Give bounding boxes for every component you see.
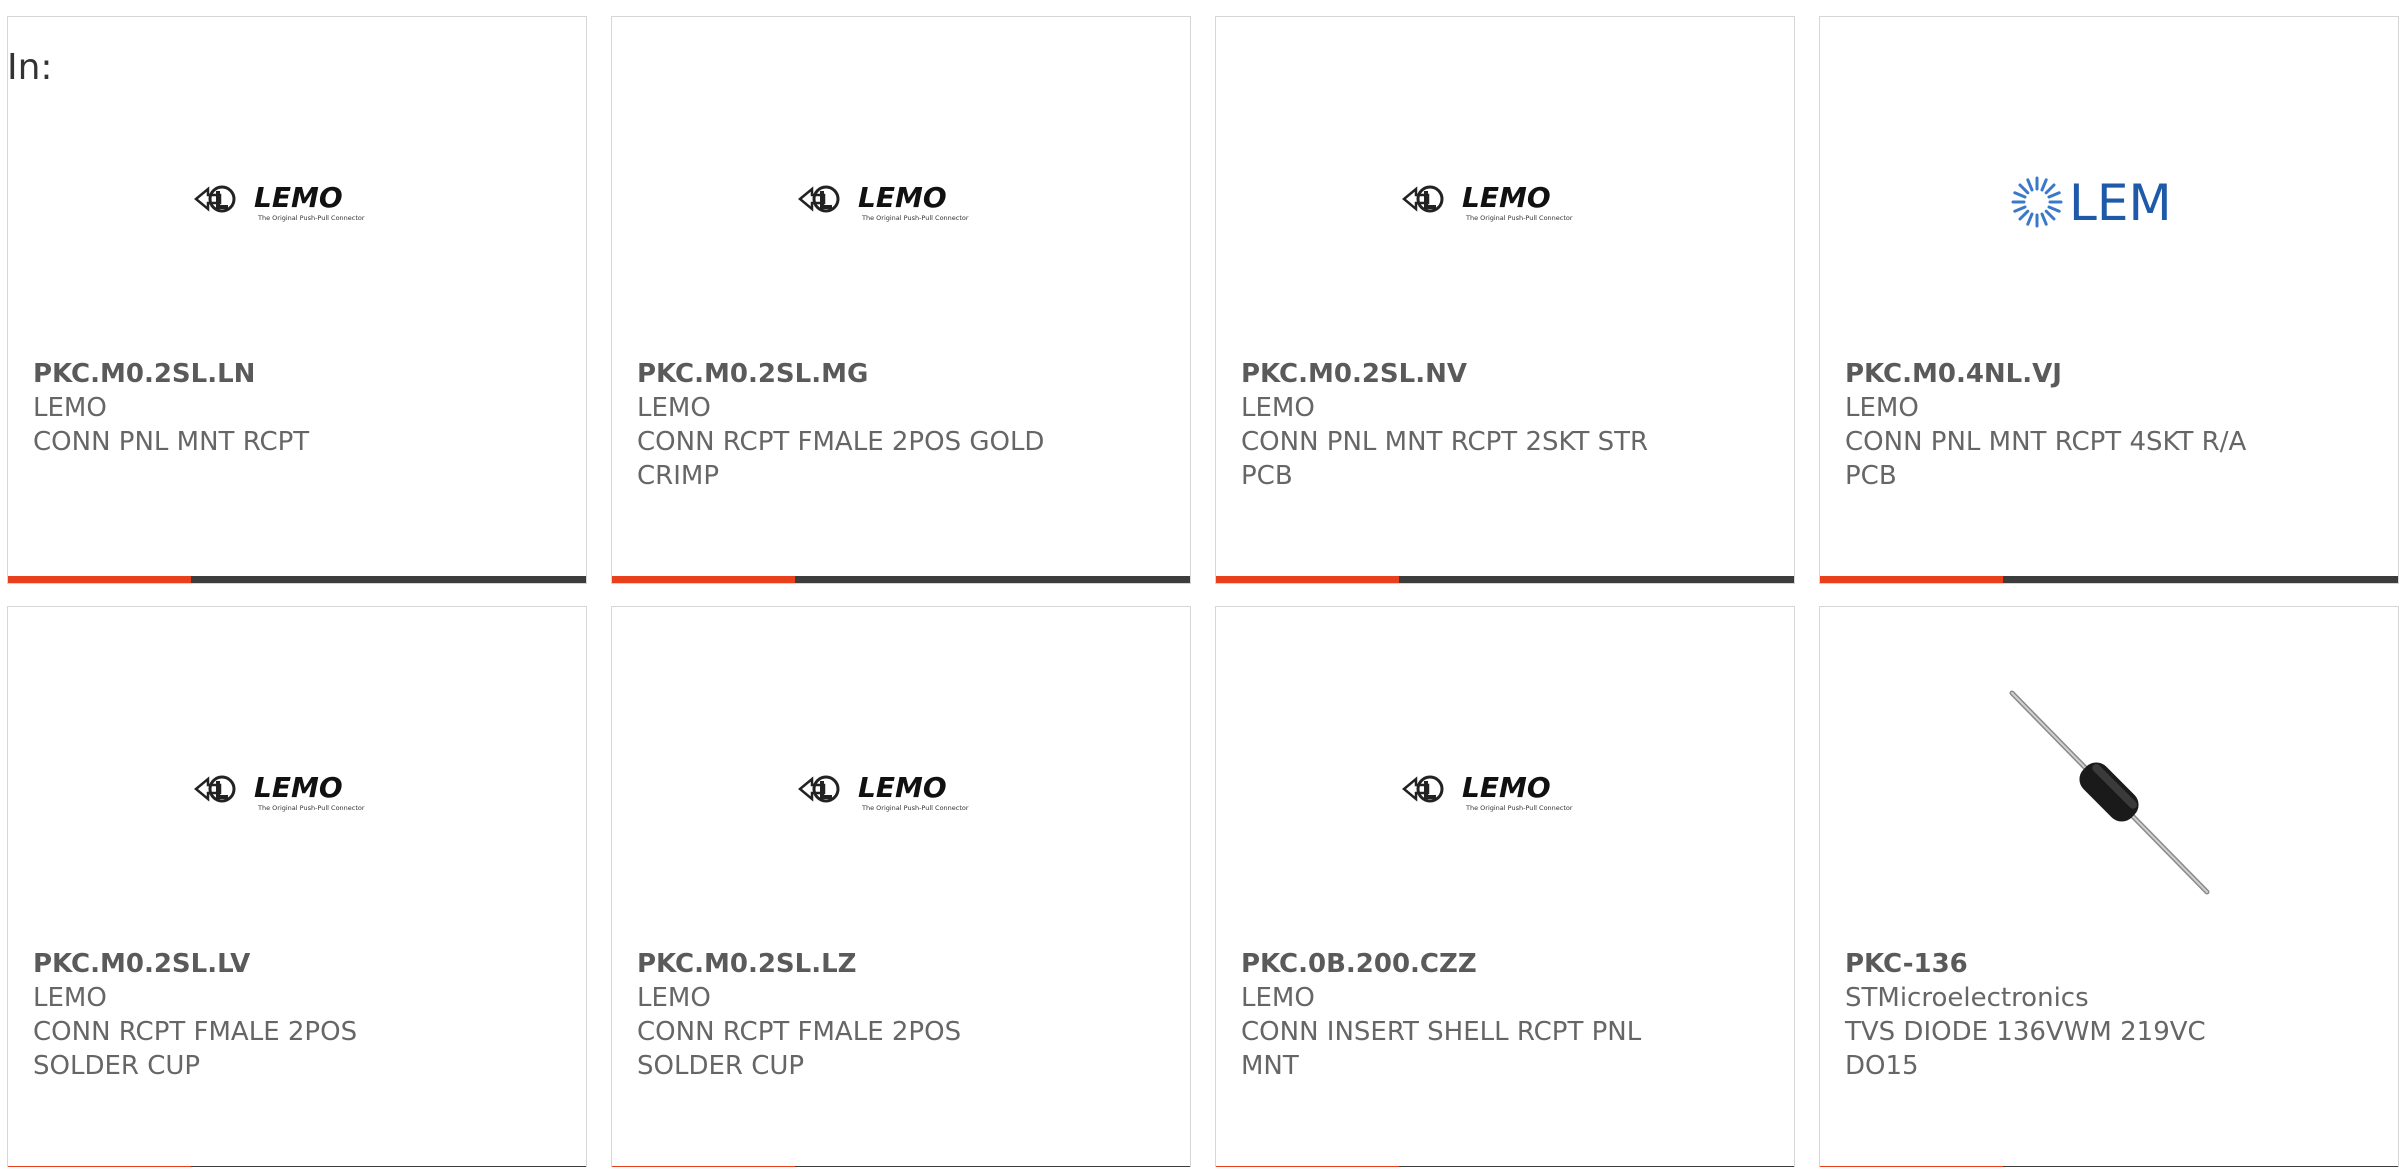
product-card[interactable]: PKC-136 STMicroelectronics TVS DIODE 136…	[1819, 606, 2399, 1167]
lemo-emblem-icon	[194, 775, 236, 803]
lemo-emblem-icon	[194, 185, 236, 213]
manufacturer: LEMO	[33, 393, 107, 423]
product-info: PKC.M0.4NL.VJ LEMO CONN PNL MNT RCPT 4SK…	[1845, 357, 2285, 493]
manufacturer: LEMO	[33, 983, 107, 1013]
description-continued: SOLDER CUP	[33, 1051, 201, 1081]
part-number[interactable]: PKC.M0.4NL.VJ	[1845, 357, 2285, 391]
lem-sunburst-icon	[2011, 176, 2062, 228]
description: CONN RCPT FMALE 2POS GOLD	[637, 427, 1045, 457]
product-info: PKC.0B.200.CZZ LEMO CONN INSERT SHELL RC…	[1241, 947, 1681, 1083]
card-bar-accent	[1820, 576, 2003, 583]
product-card[interactable]: LEMO The Original Push-Pull Connector PK…	[611, 16, 1191, 584]
description: CONN PNL MNT RCPT 4SKT R/A	[1845, 427, 2247, 457]
product-card[interactable]: LEMO The Original Push-Pull Connector PK…	[611, 606, 1191, 1167]
product-info: PKC.M0.2SL.LZ LEMO CONN RCPT FMALE 2POS …	[637, 947, 1077, 1083]
product-card[interactable]: LEMO The Original Push-Pull Connector PK…	[1215, 16, 1795, 584]
lemo-logo: LEMO The Original Push-Pull Connector	[798, 771, 969, 812]
card-bar	[1820, 576, 2398, 583]
product-info: PKC-136 STMicroelectronics TVS DIODE 136…	[1845, 947, 2285, 1083]
manufacturer: LEMO	[637, 393, 711, 423]
lemo-logo-tagline: The Original Push-Pull Connector	[257, 214, 365, 222]
card-bar-accent	[8, 576, 191, 583]
manufacturer: LEMO	[1241, 983, 1315, 1013]
part-number[interactable]: PKC.0B.200.CZZ	[1241, 947, 1681, 981]
description-continued: PCB	[1241, 461, 1293, 491]
product-image[interactable]: LEMO The Original Push-Pull Connector	[8, 657, 586, 927]
lemo-emblem-icon	[798, 775, 840, 803]
product-card[interactable]: LEM PKC.M0.4NL.VJ LEMO CONN PNL MNT RCPT…	[1819, 16, 2399, 584]
product-image[interactable]: LEMO The Original Push-Pull Connector	[1216, 67, 1794, 337]
lemo-logo: LEMO The Original Push-Pull Connector	[798, 181, 969, 222]
card-bar-accent	[612, 576, 795, 583]
lemo-emblem-icon	[1402, 185, 1444, 213]
manufacturer: LEMO	[1241, 393, 1315, 423]
product-info: PKC.M0.2SL.MG LEMO CONN RCPT FMALE 2POS …	[637, 357, 1077, 493]
lemo-logo-text: LEMO	[254, 771, 343, 804]
description-continued: SOLDER CUP	[637, 1051, 805, 1081]
diode-photo	[2009, 690, 2209, 894]
card-bar	[8, 576, 586, 583]
product-image[interactable]: LEM	[1820, 67, 2398, 337]
lemo-logo-text: LEMO	[1462, 771, 1551, 804]
product-info: PKC.M0.2SL.NV LEMO CONN PNL MNT RCPT 2SK…	[1241, 357, 1681, 493]
lem-logo: LEM	[2011, 174, 2172, 232]
lemo-logo-text: LEMO	[858, 771, 947, 804]
lem-logo-text: LEM	[2069, 174, 2172, 232]
lemo-logo-tagline: The Original Push-Pull Connector	[861, 804, 969, 812]
manufacturer: LEMO	[1845, 393, 1919, 423]
card-bar-accent	[1216, 576, 1399, 583]
part-number[interactable]: PKC.M0.2SL.LV	[33, 947, 473, 981]
part-number[interactable]: PKC-136	[1845, 947, 2285, 981]
lemo-logo-tagline: The Original Push-Pull Connector	[257, 804, 365, 812]
product-card[interactable]: LEMO The Original Push-Pull Connector PK…	[7, 606, 587, 1167]
description-continued: DO15	[1845, 1051, 1919, 1081]
manufacturer: STMicroelectronics	[1845, 983, 2089, 1013]
lemo-logo-text: LEMO	[254, 181, 343, 214]
part-number[interactable]: PKC.M0.2SL.LZ	[637, 947, 1077, 981]
part-number[interactable]: PKC.M0.2SL.NV	[1241, 357, 1681, 391]
product-card[interactable]: LEMO The Original Push-Pull Connector PK…	[7, 16, 587, 584]
lemo-logo-tagline: The Original Push-Pull Connector	[1465, 804, 1573, 812]
lemo-logo: LEMO The Original Push-Pull Connector	[194, 771, 365, 812]
lemo-logo-text: LEMO	[858, 181, 947, 214]
description: CONN RCPT FMALE 2POS	[637, 1017, 962, 1047]
description: TVS DIODE 136VWM 219VC	[1845, 1017, 2206, 1047]
product-image[interactable]: LEMO The Original Push-Pull Connector	[612, 657, 1190, 927]
lemo-logo-tagline: The Original Push-Pull Connector	[1465, 214, 1573, 222]
description: CONN INSERT SHELL RCPT PNL	[1241, 1017, 1642, 1047]
product-info: PKC.M0.2SL.LN LEMO CONN PNL MNT RCPT	[33, 357, 473, 459]
product-image[interactable]	[1820, 657, 2398, 927]
product-image[interactable]: LEMO The Original Push-Pull Connector	[612, 67, 1190, 337]
card-bar	[1216, 576, 1794, 583]
product-image[interactable]: LEMO The Original Push-Pull Connector	[1216, 657, 1794, 927]
lemo-emblem-icon	[1402, 775, 1444, 803]
description: CONN PNL MNT RCPT	[33, 427, 310, 457]
product-info: PKC.M0.2SL.LV LEMO CONN RCPT FMALE 2POS …	[33, 947, 473, 1083]
description-continued: PCB	[1845, 461, 1897, 491]
in-label: In:	[7, 47, 53, 88]
description-continued: CRIMP	[637, 461, 719, 491]
part-number[interactable]: PKC.M0.2SL.MG	[637, 357, 1077, 391]
page: In: LEMO The Original Push-Pull Connecto…	[0, 0, 2400, 1167]
product-card[interactable]: LEMO The Original Push-Pull Connector PK…	[1215, 606, 1795, 1167]
card-bar	[612, 576, 1190, 583]
lemo-logo: LEMO The Original Push-Pull Connector	[1402, 181, 1573, 222]
part-number[interactable]: PKC.M0.2SL.LN	[33, 357, 473, 391]
description-continued: MNT	[1241, 1051, 1299, 1081]
lemo-emblem-icon	[798, 185, 840, 213]
product-grid: LEMO The Original Push-Pull Connector PK…	[7, 16, 2400, 1167]
lemo-logo-tagline: The Original Push-Pull Connector	[861, 214, 969, 222]
description: CONN PNL MNT RCPT 2SKT STR	[1241, 427, 1649, 457]
lemo-logo: LEMO The Original Push-Pull Connector	[1402, 771, 1573, 812]
lemo-logo-text: LEMO	[1462, 181, 1551, 214]
description: CONN RCPT FMALE 2POS	[33, 1017, 358, 1047]
product-image[interactable]: LEMO The Original Push-Pull Connector	[8, 67, 586, 337]
lemo-logo: LEMO The Original Push-Pull Connector	[194, 181, 365, 222]
manufacturer: LEMO	[637, 983, 711, 1013]
